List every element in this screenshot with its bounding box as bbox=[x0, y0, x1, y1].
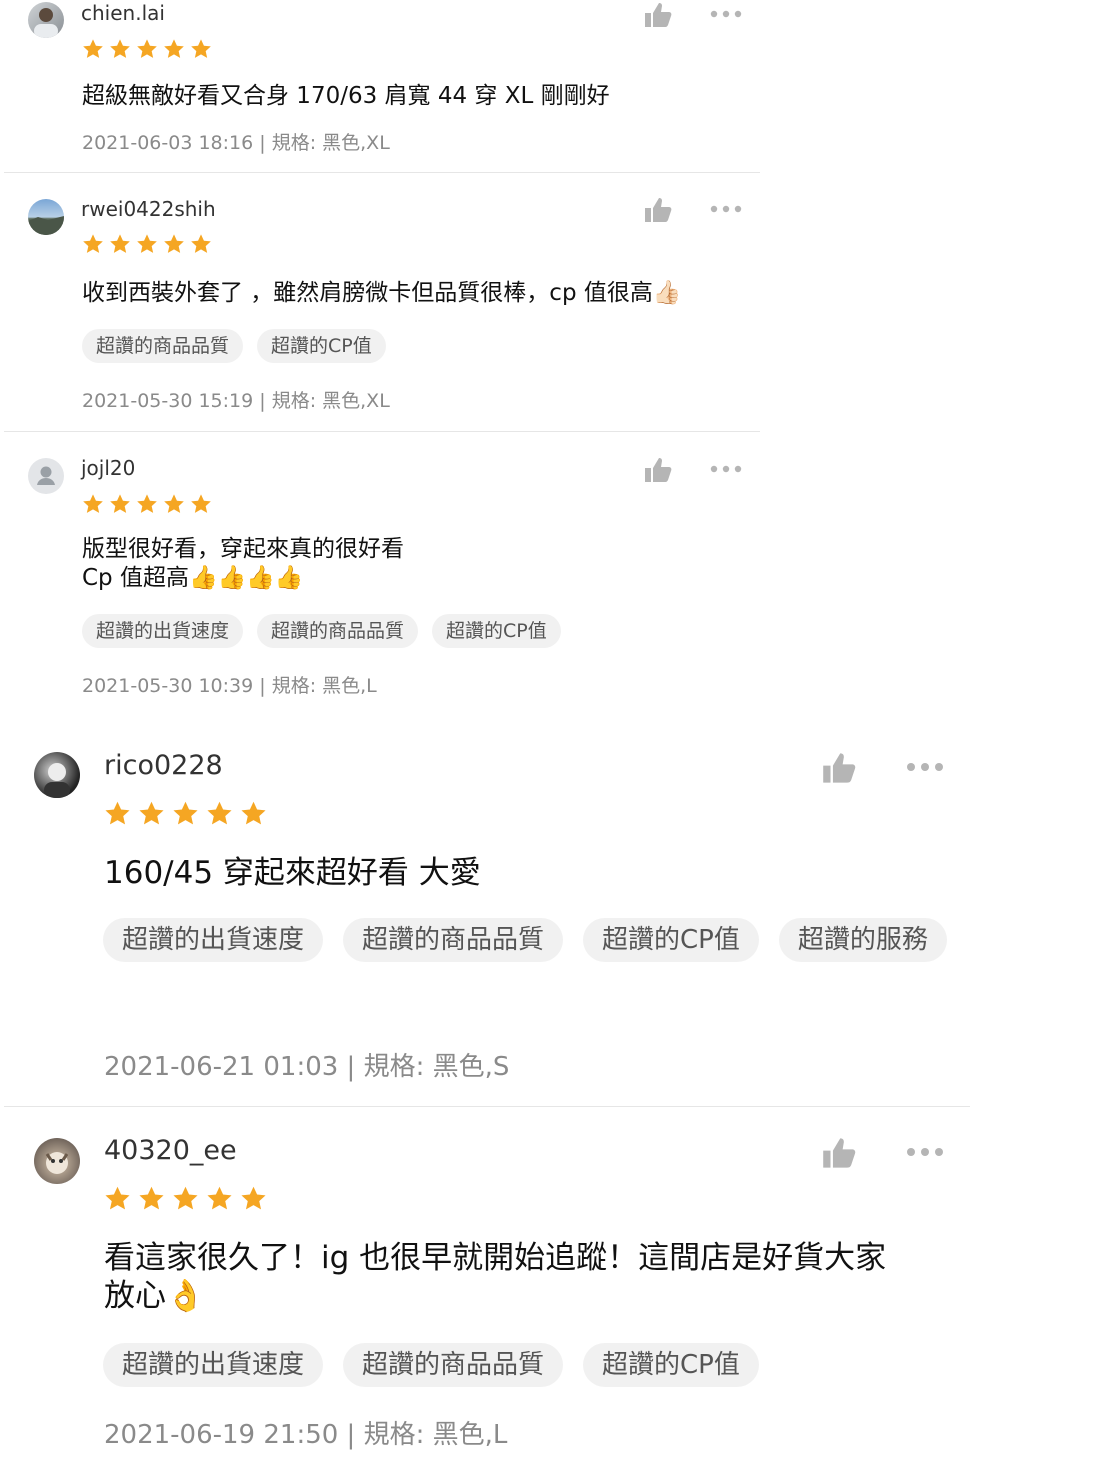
star-icon bbox=[137, 494, 157, 513]
comment-line: 超級無敵好看又合身 170/63 肩寬 44 穿 XL 剛剛好 bbox=[82, 83, 610, 109]
review-item: rwei0422shih 收到西裝外套了 ，雖然肩膀微卡但品質很棒，cp 值很高… bbox=[0, 195, 760, 432]
star-icon bbox=[164, 494, 184, 513]
avatar[interactable] bbox=[28, 199, 64, 235]
review-tag: 超讚的商品品質 bbox=[257, 614, 419, 648]
review-meta: 2021-06-03 18:16 | 規格: 黑色,XL bbox=[82, 132, 390, 154]
comment-line: 放心👌 bbox=[104, 1278, 205, 1314]
star-rating bbox=[104, 800, 267, 827]
star-icon bbox=[83, 39, 103, 58]
review-item: 40320_ee 看這家很久了！ig 也很早就開始追蹤！這間店是好貨大家 放心👌 … bbox=[0, 1134, 972, 1478]
avatar-photo-icon bbox=[34, 8, 58, 38]
star-rating bbox=[82, 493, 212, 515]
review-comment: 160/45 穿起來超好看 大愛 bbox=[104, 854, 481, 892]
username[interactable]: rwei0422shih bbox=[81, 197, 216, 221]
more-options-icon[interactable] bbox=[906, 1146, 944, 1158]
more-options-icon[interactable] bbox=[710, 9, 742, 19]
thumbs-up-icon[interactable] bbox=[822, 1137, 856, 1169]
comment-line: 版型很好看，穿起來真的很好看 bbox=[82, 536, 404, 562]
divider bbox=[4, 172, 760, 173]
review-item: rico0228 160/45 穿起來超好看 大愛 超讚的出貨速度 超讚的商品品質… bbox=[0, 748, 972, 1107]
thumbs-up-icon[interactable] bbox=[644, 457, 672, 483]
comment-line: Cp 值超高👍👍👍👍 bbox=[82, 565, 304, 591]
review-tags: 超讚的商品品質 超讚的CP值 bbox=[82, 329, 762, 363]
star-icon bbox=[110, 39, 130, 58]
comment-line: 收到西裝外套了 ，雖然肩膀微卡但品質很棒，cp 值很高👍🏻 bbox=[82, 280, 682, 306]
star-rating bbox=[82, 233, 212, 255]
star-icon bbox=[83, 234, 103, 253]
review-item: chien.lai 超級無敵好看又合身 170/63 肩寬 44 穿 XL 剛剛… bbox=[0, 0, 760, 173]
star-rating bbox=[82, 38, 212, 60]
review-tags: 超讚的出貨速度 超讚的商品品質 超讚的CP值 超讚的服務 bbox=[103, 918, 963, 962]
divider bbox=[4, 1106, 970, 1107]
review-tag: 超讚的CP值 bbox=[583, 918, 759, 962]
star-icon bbox=[139, 801, 164, 825]
review-tag: 超讚的商品品質 bbox=[343, 1343, 564, 1387]
review-item: jojl20 版型很好看，穿起來真的很好看 Cp 值超高👍👍👍👍 超讚的出貨速度超… bbox=[0, 455, 760, 705]
star-icon bbox=[105, 801, 130, 825]
more-options-icon[interactable] bbox=[710, 464, 742, 474]
more-options-icon[interactable] bbox=[710, 204, 742, 214]
default-user-icon bbox=[37, 466, 55, 485]
avatar[interactable] bbox=[34, 1138, 80, 1184]
thumbs-up-icon[interactable] bbox=[644, 2, 672, 28]
review-tag: 超讚的出貨速度 bbox=[82, 614, 244, 648]
review-tags: 超讚的出貨速度 超讚的商品品質 超讚的CP值 bbox=[103, 1343, 963, 1387]
review-tags: 超讚的出貨速度 超讚的商品品質 超讚的CP值 bbox=[82, 614, 762, 648]
star-icon bbox=[241, 801, 266, 825]
thumbs-up-icon[interactable] bbox=[644, 197, 672, 223]
star-icon bbox=[164, 39, 184, 58]
avatar[interactable] bbox=[34, 752, 80, 798]
review-tag: 超讚的服務 bbox=[778, 918, 947, 962]
review-comment: 收到西裝外套了 ，雖然肩膀微卡但品質很棒，cp 值很高👍🏻 bbox=[82, 279, 682, 308]
username[interactable]: jojl20 bbox=[81, 456, 135, 480]
avatar-landscape-icon bbox=[28, 216, 64, 235]
star-icon bbox=[139, 1186, 164, 1210]
avatar[interactable] bbox=[28, 2, 64, 38]
review-tag: 超讚的出貨速度 bbox=[103, 1343, 324, 1387]
username[interactable]: chien.lai bbox=[81, 1, 165, 25]
divider bbox=[4, 431, 760, 432]
username[interactable]: 40320_ee bbox=[104, 1135, 237, 1166]
comment-line: 看這家很久了！ig 也很早就開始追蹤！這間店是好貨大家 bbox=[104, 1240, 887, 1276]
star-icon bbox=[191, 234, 211, 253]
review-tag: 超讚的商品品質 bbox=[343, 918, 564, 962]
star-icon bbox=[173, 801, 198, 825]
star-icon bbox=[173, 1186, 198, 1210]
review-comment: 超級無敵好看又合身 170/63 肩寬 44 穿 XL 剛剛好 bbox=[82, 82, 610, 111]
star-icon bbox=[164, 234, 184, 253]
avatar[interactable] bbox=[28, 458, 64, 494]
star-icon bbox=[105, 1186, 130, 1210]
star-icon bbox=[110, 494, 130, 513]
review-comment: 看這家很久了！ig 也很早就開始追蹤！這間店是好貨大家 放心👌 bbox=[104, 1239, 886, 1315]
star-icon bbox=[191, 494, 211, 513]
star-icon bbox=[207, 801, 232, 825]
star-icon bbox=[137, 39, 157, 58]
comment-line: 160/45 穿起來超好看 大愛 bbox=[104, 855, 481, 891]
review-tag: 超讚的出貨速度 bbox=[103, 918, 324, 962]
star-icon bbox=[191, 39, 211, 58]
star-icon bbox=[110, 234, 130, 253]
star-icon bbox=[241, 1186, 266, 1210]
username[interactable]: rico0228 bbox=[104, 750, 223, 781]
review-meta: 2021-06-21 01:03 | 規格: 黑色,S bbox=[104, 1052, 510, 1082]
review-comment: 版型很好看，穿起來真的很好看 Cp 值超高👍👍👍👍 bbox=[82, 535, 404, 593]
review-tag: 超讚的CP值 bbox=[432, 614, 561, 648]
star-rating bbox=[104, 1185, 267, 1212]
review-tag: 超讚的CP值 bbox=[583, 1343, 759, 1387]
star-icon bbox=[83, 494, 103, 513]
star-icon bbox=[207, 1186, 232, 1210]
review-tag: 超讚的商品品質 bbox=[82, 329, 244, 363]
review-tag: 超讚的CP值 bbox=[257, 329, 386, 363]
review-meta: 2021-05-30 15:19 | 規格: 黑色,XL bbox=[82, 390, 390, 412]
thumbs-up-icon[interactable] bbox=[822, 752, 856, 784]
review-meta: 2021-05-30 10:39 | 規格: 黑色,L bbox=[82, 675, 377, 697]
more-options-icon[interactable] bbox=[906, 761, 944, 773]
avatar-photo-icon bbox=[44, 763, 70, 798]
review-meta: 2021-06-19 21:50 | 規格: 黑色,L bbox=[104, 1420, 508, 1450]
avatar-pet-icon bbox=[45, 1152, 69, 1174]
star-icon bbox=[137, 234, 157, 253]
